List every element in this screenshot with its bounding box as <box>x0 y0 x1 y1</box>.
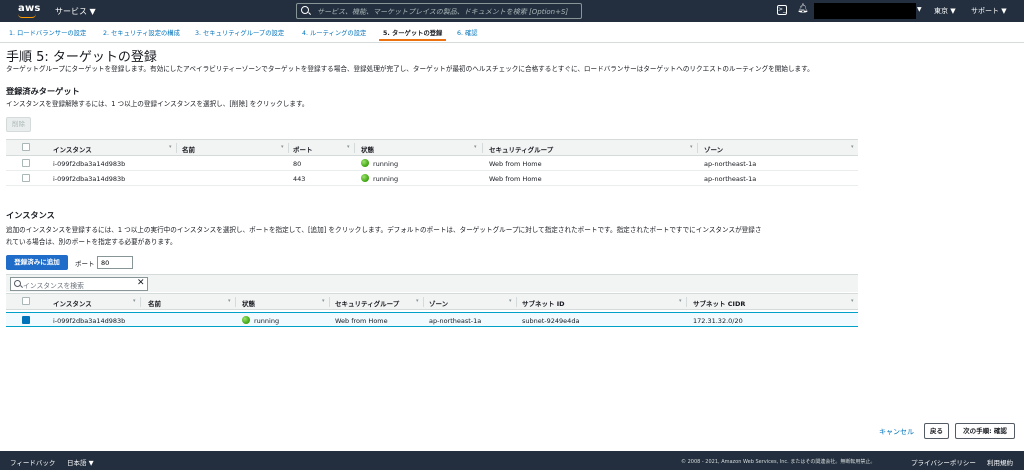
search-icon <box>14 280 21 287</box>
sort-icon[interactable]: ▾ <box>851 298 854 304</box>
sort-icon[interactable]: ▾ <box>133 298 136 304</box>
instance-id: i-099f2dba3a14d983b <box>53 160 126 168</box>
sort-icon[interactable]: ▾ <box>509 298 512 304</box>
instances-table: インスタンス ▾ 名前 ▾ 状態 ▾ セキュリティグループ ▾ ゾーン ▾ サブ… <box>6 293 858 329</box>
sort-icon[interactable]: ▾ <box>690 144 693 150</box>
registered-targets-heading: 登録済みターゲット <box>6 86 80 96</box>
instance-id: i-099f2dba3a14d983b <box>53 175 126 183</box>
col-port[interactable]: ポート <box>293 144 313 154</box>
subnet-id-value: subnet-9249e4da <box>522 317 580 325</box>
col-security-group[interactable]: セキュリティグループ <box>489 144 553 154</box>
col-instance[interactable]: インスタンス <box>53 144 92 154</box>
state-value: running <box>254 317 280 325</box>
state-value: running <box>373 175 399 183</box>
services-menu[interactable]: サービス ▼ <box>55 6 96 17</box>
security-group-value: Web from Home <box>335 317 388 325</box>
instance-id: i-099f2dba3a14d983b <box>53 317 126 325</box>
sort-icon[interactable]: ▾ <box>228 298 231 304</box>
instances-heading: インスタンス <box>6 210 55 220</box>
privacy-policy-link[interactable]: プライバシーポリシー <box>911 457 976 467</box>
zone-value: ap-northeast-1a <box>704 160 757 168</box>
step-configure-routing[interactable]: 4. ルーティングの設定 <box>302 28 366 37</box>
running-status-icon <box>361 174 369 182</box>
terms-link[interactable]: 利用規約 <box>987 457 1013 467</box>
registered-targets-table: インスタンス ▾ 名前 ▾ ポート ▾ 状態 ▾ セキュリティグループ ▾ ゾー… <box>6 139 858 189</box>
col-name[interactable]: 名前 <box>148 298 161 308</box>
col-subnet-cidr[interactable]: サブネット CIDR <box>693 298 745 308</box>
col-security-group[interactable]: セキュリティグループ <box>335 298 399 308</box>
table-header: インスタンス ▾ 名前 ▾ ポート ▾ 状態 ▾ セキュリティグループ ▾ ゾー… <box>6 139 858 156</box>
port-label: ポート <box>75 260 95 268</box>
remove-button[interactable]: 削除 <box>6 117 31 132</box>
caret-down-icon[interactable]: ▼ <box>917 6 922 13</box>
add-to-registered-button[interactable]: 登録済みに追加 <box>6 255 68 270</box>
search-icon <box>301 6 309 14</box>
copyright-text: © 2008 - 2021, Amazon Web Services, Inc.… <box>681 459 876 465</box>
row-checkbox[interactable] <box>22 159 30 167</box>
row-checkbox-checked[interactable] <box>22 316 30 324</box>
zone-value: ap-northeast-1a <box>429 317 482 325</box>
wizard-steps: 1. ロードバランサーの設定 2. セキュリティ設定の構成 3. セキュリティグ… <box>0 22 1024 43</box>
security-group-value: Web from Home <box>489 160 542 168</box>
step-register-targets[interactable]: 5. ターゲットの登録 <box>378 28 447 41</box>
instances-instruction-line2: れている場合は、別のポートを指定する必要があります。 <box>6 238 177 246</box>
sort-icon[interactable]: ▾ <box>281 144 284 150</box>
security-group-value: Web from Home <box>489 175 542 183</box>
aws-logo-smile-icon <box>18 14 36 18</box>
table-row[interactable]: i-099f2dba3a14d983b 443 running Web from… <box>6 171 858 186</box>
sort-icon[interactable]: ▾ <box>679 298 682 304</box>
step-configure-security-groups[interactable]: 3. セキュリティグループの設定 <box>195 28 284 37</box>
col-zone[interactable]: ゾーン <box>704 144 723 154</box>
cancel-link[interactable]: キャンセル <box>879 427 914 437</box>
registered-targets-instruction: インスタンスを登録解除するには、1 つ以上の登録インスタンスを選択し、[削除] … <box>6 100 309 108</box>
port-input[interactable] <box>97 256 133 269</box>
col-state[interactable]: 状態 <box>361 144 374 154</box>
top-navigation-bar: aws サービス ▼ サービス、機能、マーケットプレイスの製品、ドキュメントを検… <box>0 0 1024 22</box>
col-name[interactable]: 名前 <box>182 144 195 154</box>
language-selector[interactable]: 日本語 ▼ <box>67 457 94 467</box>
running-status-icon <box>361 159 369 167</box>
state-value: running <box>373 160 399 168</box>
next-review-button[interactable]: 次の手順: 確認 <box>955 423 1015 439</box>
col-state[interactable]: 状態 <box>242 298 255 308</box>
table-header: インスタンス ▾ 名前 ▾ 状態 ▾ セキュリティグループ ▾ ゾーン ▾ サブ… <box>6 293 858 310</box>
feedback-link[interactable]: フィードバック <box>10 457 55 467</box>
step-configure-lb[interactable]: 1. ロードバランサーの設定 <box>9 28 86 37</box>
running-status-icon <box>242 316 250 324</box>
back-button[interactable]: 戻る <box>924 423 949 439</box>
sort-icon[interactable]: ▾ <box>322 298 325 304</box>
sort-icon[interactable]: ▾ <box>416 298 419 304</box>
step-review[interactable]: 6. 確認 <box>457 28 478 37</box>
select-all-checkbox[interactable] <box>22 297 30 305</box>
port-value: 443 <box>293 175 306 183</box>
col-subnet-id[interactable]: サブネット ID <box>522 298 565 308</box>
region-selector[interactable]: 東京 ▼ <box>934 6 956 16</box>
bottom-bar: フィードバック 日本語 ▼ © 2008 - 2021, Amazon Web … <box>0 451 1024 470</box>
col-zone[interactable]: ゾーン <box>429 298 448 308</box>
instances-instruction-line1: 追加のインスタンスを登録するには、1 つ以上の実行中のインスタンスを選択し、ポー… <box>6 226 762 234</box>
select-all-checkbox[interactable] <box>22 143 30 151</box>
sort-icon[interactable]: ▾ <box>169 144 172 150</box>
account-menu-redacted[interactable] <box>814 3 916 19</box>
table-row[interactable]: i-099f2dba3a14d983b running Web from Hom… <box>6 312 858 327</box>
port-value: 80 <box>293 160 302 168</box>
table-row[interactable]: i-099f2dba3a14d983b 80 running Web from … <box>6 156 858 171</box>
instance-search-input[interactable]: インスタンスを検索 <box>10 277 148 291</box>
global-search-input[interactable]: サービス、機能、マーケットプレイスの製品、ドキュメントを検索 [Option+S… <box>296 3 582 19</box>
col-instance[interactable]: インスタンス <box>53 298 92 308</box>
zone-value: ap-northeast-1a <box>704 175 757 183</box>
aws-logo[interactable]: aws <box>18 3 41 14</box>
bell-icon[interactable]: 🔔︎ <box>797 4 808 14</box>
clear-icon[interactable]: ✕ <box>137 278 145 288</box>
page-description: ターゲットグループにターゲットを登録します。有効にしたアベイラビリティーゾーンで… <box>6 65 814 73</box>
row-checkbox[interactable] <box>22 174 30 182</box>
instance-filter-bar: インスタンスを検索 ✕ <box>6 274 858 292</box>
cloudshell-icon[interactable]: >_ <box>777 5 787 15</box>
sort-icon[interactable]: ▾ <box>851 144 854 150</box>
sort-icon[interactable]: ▾ <box>474 144 477 150</box>
support-menu[interactable]: サポート ▼ <box>971 6 1007 16</box>
step-configure-security[interactable]: 2. セキュリティ設定の構成 <box>103 28 180 37</box>
subnet-cidr-value: 172.31.32.0/20 <box>693 317 743 325</box>
sort-icon[interactable]: ▾ <box>347 144 350 150</box>
